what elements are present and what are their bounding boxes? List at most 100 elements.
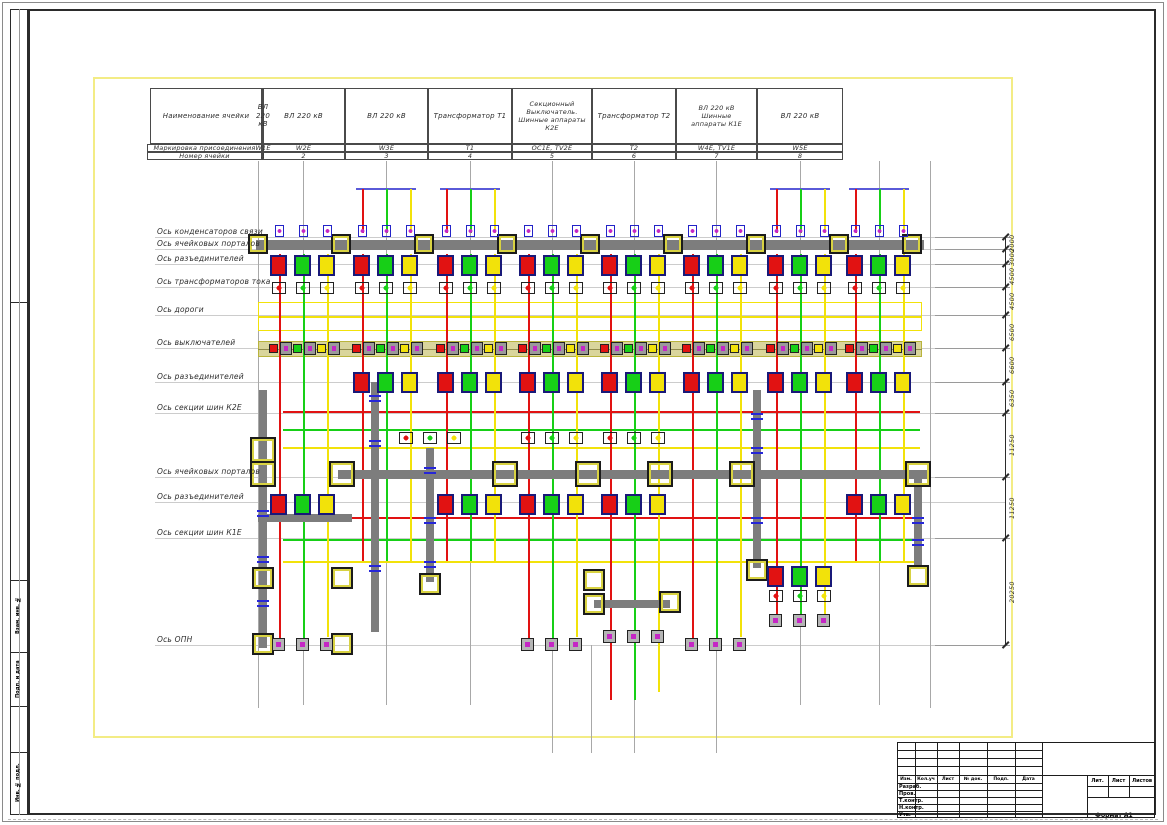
busbar-clamp-icon bbox=[424, 467, 436, 474]
title-block-sign-label: Утв. bbox=[899, 811, 937, 818]
portal-tower bbox=[829, 234, 849, 254]
breaker-icon bbox=[777, 342, 789, 355]
portal-tower bbox=[907, 565, 929, 587]
side-strip-label: Инв. № подл. bbox=[11, 754, 25, 812]
current-transformer-icon bbox=[709, 282, 723, 294]
busbar-clamp-icon bbox=[369, 565, 381, 572]
portal-tower bbox=[331, 633, 353, 655]
breaker-phase-square bbox=[682, 344, 691, 353]
breaker-icon bbox=[717, 342, 729, 355]
phase-conductor bbox=[528, 254, 530, 645]
surge-arrester-icon bbox=[709, 638, 722, 651]
table-name-cell: ВЛ 220 кВ bbox=[262, 88, 345, 144]
table-marking-cell: W5E bbox=[757, 144, 843, 152]
breaker-icon bbox=[553, 342, 565, 355]
breaker-icon bbox=[447, 342, 459, 355]
breaker-phase-square bbox=[706, 344, 715, 353]
breaker-icon bbox=[471, 342, 483, 355]
current-transformer-icon bbox=[769, 282, 783, 294]
phase-conductor bbox=[824, 254, 826, 614]
current-transformer-icon bbox=[685, 282, 699, 294]
disconnector-icon bbox=[815, 566, 832, 587]
dimension-extension bbox=[935, 413, 1010, 414]
table-number-cell: 7 bbox=[676, 152, 757, 160]
disconnector-icon bbox=[870, 372, 887, 393]
disconnector-icon bbox=[683, 372, 700, 393]
breaker-icon bbox=[328, 342, 340, 355]
disconnector-icon bbox=[353, 255, 370, 276]
breaker-phase-square bbox=[542, 344, 551, 353]
line-apparatus-icon bbox=[654, 225, 663, 237]
table-marking-cell: ОС1Е, TV2E bbox=[512, 144, 592, 152]
portal-tower bbox=[902, 234, 922, 254]
table-row-label: Маркировка присоединения bbox=[147, 144, 262, 152]
disconnector-icon bbox=[731, 372, 748, 393]
busbar-clamp-icon bbox=[369, 440, 381, 447]
axis-leader-line bbox=[155, 413, 1005, 414]
disconnector-icon bbox=[519, 494, 536, 515]
line-apparatus-icon bbox=[851, 225, 860, 237]
surge-arrester-icon bbox=[651, 630, 664, 643]
table-name-cell: Трансформатор Т1 bbox=[428, 88, 512, 144]
breaker-phase-square bbox=[400, 344, 409, 353]
portal-tower bbox=[663, 234, 683, 254]
phase-conductor bbox=[740, 254, 742, 637]
breaker-phase-square bbox=[766, 344, 775, 353]
dimension-extension bbox=[935, 264, 1010, 265]
title-block-line bbox=[897, 766, 1042, 767]
axis-label: Ось разъединителей bbox=[157, 254, 307, 264]
axis-label: Ось ячейковых порталов bbox=[157, 467, 307, 477]
table-number-cell: 8 bbox=[757, 152, 843, 160]
disconnector-icon bbox=[567, 494, 584, 515]
current-transformer-icon bbox=[569, 282, 583, 294]
axis-label: Ось секции шин К2Е bbox=[157, 403, 307, 413]
dimension-extension bbox=[935, 348, 1010, 349]
busbar-clamp-icon bbox=[257, 556, 269, 563]
current-transformer-icon bbox=[320, 282, 334, 294]
current-transformer-icon bbox=[545, 282, 559, 294]
busbar-clamp-icon bbox=[424, 517, 436, 524]
disconnector-icon bbox=[791, 566, 808, 587]
surge-arrester-icon bbox=[603, 630, 616, 643]
disconnector-icon bbox=[437, 372, 454, 393]
breaker-icon bbox=[529, 342, 541, 355]
lower-grid-line bbox=[591, 645, 592, 753]
title-block-header: Дата bbox=[1015, 775, 1042, 783]
portal-tower bbox=[497, 234, 517, 254]
table-marking-cell: Т1 bbox=[428, 144, 512, 152]
line-apparatus-icon bbox=[358, 225, 367, 237]
line-apparatus-icon bbox=[442, 225, 451, 237]
dimension-extension bbox=[935, 477, 1010, 478]
current-transformer-icon bbox=[872, 282, 886, 294]
title-block-sheet-header: Лист bbox=[1108, 775, 1129, 786]
current-transformer-icon bbox=[463, 282, 477, 294]
disconnector-icon bbox=[401, 255, 418, 276]
breaker-phase-square bbox=[790, 344, 799, 353]
current-transformer-icon bbox=[793, 590, 807, 602]
title-block-header: Изм. bbox=[897, 775, 915, 783]
line-apparatus-icon bbox=[820, 225, 829, 237]
breaker-icon bbox=[825, 342, 837, 355]
line-apparatus-icon bbox=[490, 225, 499, 237]
portal-tower bbox=[329, 461, 355, 487]
breaker-icon bbox=[363, 342, 375, 355]
surge-arrester-icon bbox=[320, 638, 333, 651]
title-block-line bbox=[1087, 797, 1155, 798]
line-apparatus-icon bbox=[630, 225, 639, 237]
disconnector-icon bbox=[894, 372, 911, 393]
disconnector-icon bbox=[543, 255, 560, 276]
disconnector-icon bbox=[767, 372, 784, 393]
disconnector-icon bbox=[846, 255, 863, 276]
portal-beam bbox=[258, 514, 352, 522]
breaker-phase-square bbox=[518, 344, 527, 353]
current-transformer-icon bbox=[793, 282, 807, 294]
portal-tower bbox=[905, 461, 931, 487]
portal-tower bbox=[252, 567, 274, 589]
disconnector-icon bbox=[567, 372, 584, 393]
portal-tower bbox=[659, 591, 681, 613]
drawing-edge-line bbox=[930, 161, 931, 708]
current-transformer-icon bbox=[521, 432, 535, 444]
table-name-cell: Секционный Выключатель. Шинные аппараты … bbox=[512, 88, 592, 144]
disconnector-icon bbox=[683, 255, 700, 276]
portal-tower bbox=[250, 437, 276, 463]
